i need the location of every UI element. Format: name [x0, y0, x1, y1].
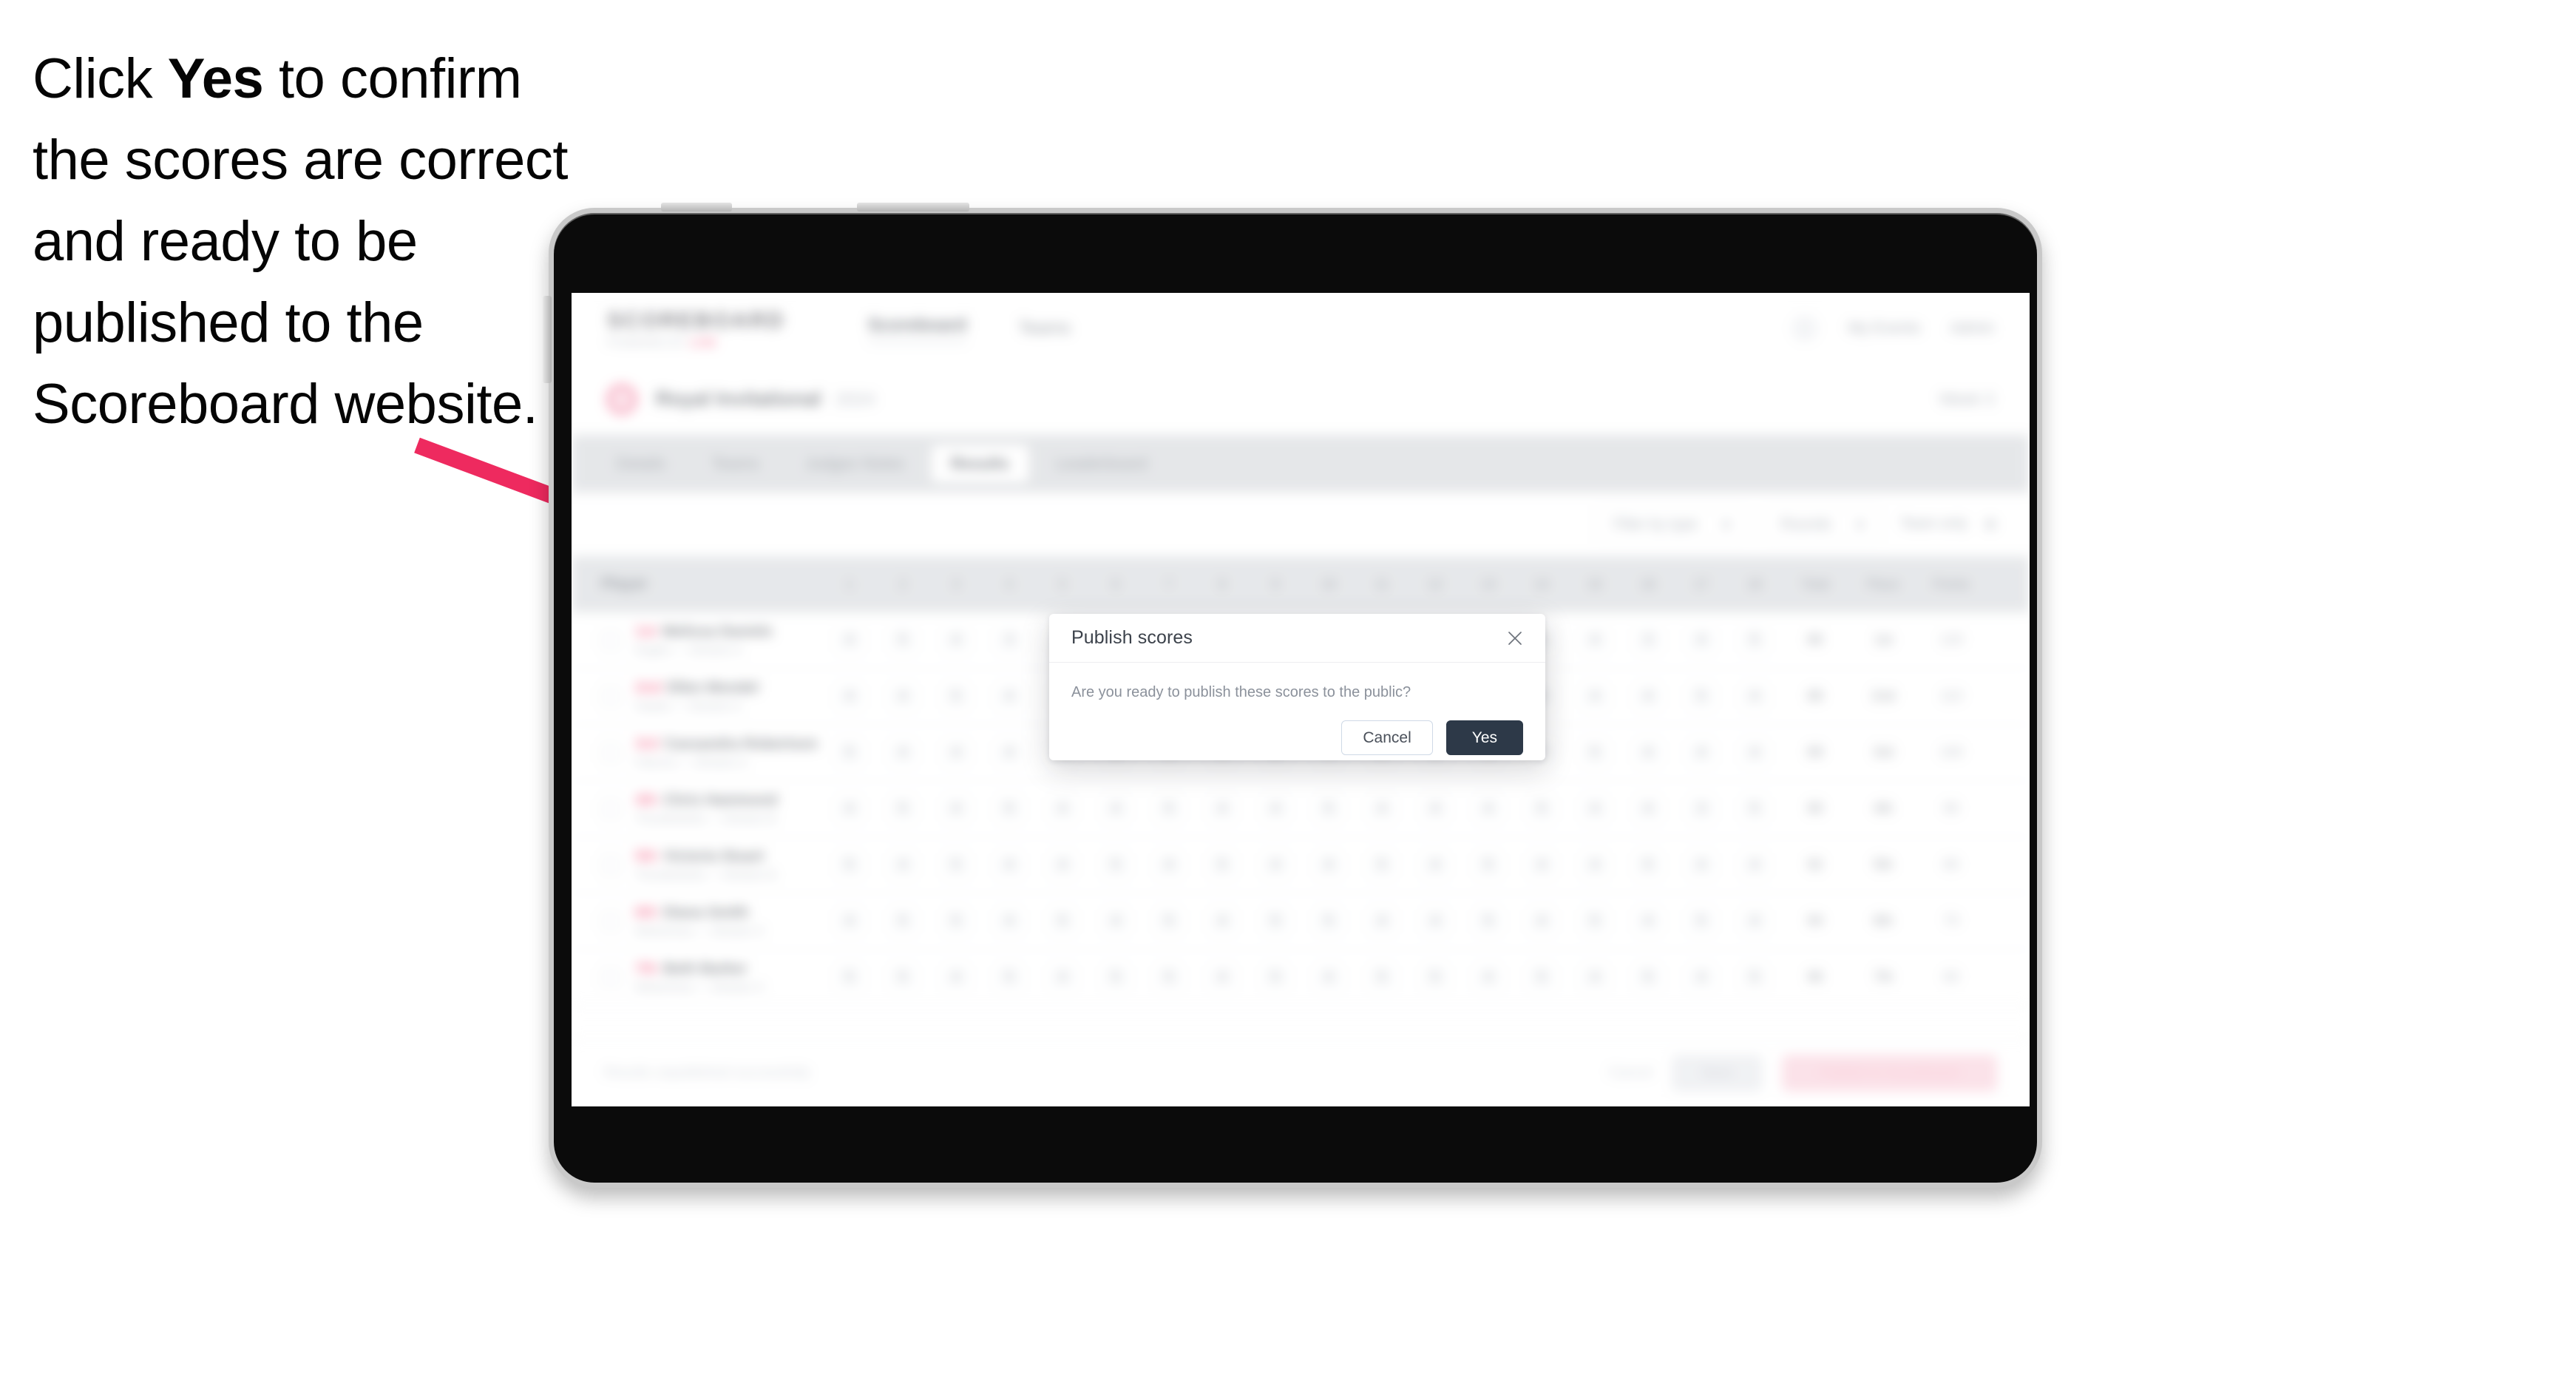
- publish-scores-dialog: Publish scores Are you ready to publish …: [1049, 614, 1545, 760]
- device-power-button[interactable]: [543, 296, 552, 383]
- dialog-actions: Cancel Yes: [1049, 703, 1545, 755]
- instruction-text: Click Yes to confirm the scores are corr…: [33, 38, 594, 445]
- device-button-top-left[interactable]: [661, 203, 732, 212]
- instructional-screenshot: Click Yes to confirm the scores are corr…: [0, 0, 2576, 1386]
- dialog-message: Are you ready to publish these scores to…: [1071, 684, 1411, 700]
- device-button-top-right[interactable]: [857, 203, 969, 212]
- dialog-title: Publish scores: [1071, 627, 1193, 648]
- yes-confirm-button[interactable]: Yes: [1445, 720, 1523, 755]
- instruction-prefix: Click: [33, 47, 168, 110]
- dialog-body: Are you ready to publish these scores to…: [1049, 663, 1545, 703]
- instruction-emphasis: Yes: [167, 47, 264, 110]
- close-icon[interactable]: [1504, 627, 1526, 649]
- dialog-header: Publish scores: [1049, 614, 1545, 663]
- cancel-button[interactable]: Cancel: [1341, 720, 1433, 755]
